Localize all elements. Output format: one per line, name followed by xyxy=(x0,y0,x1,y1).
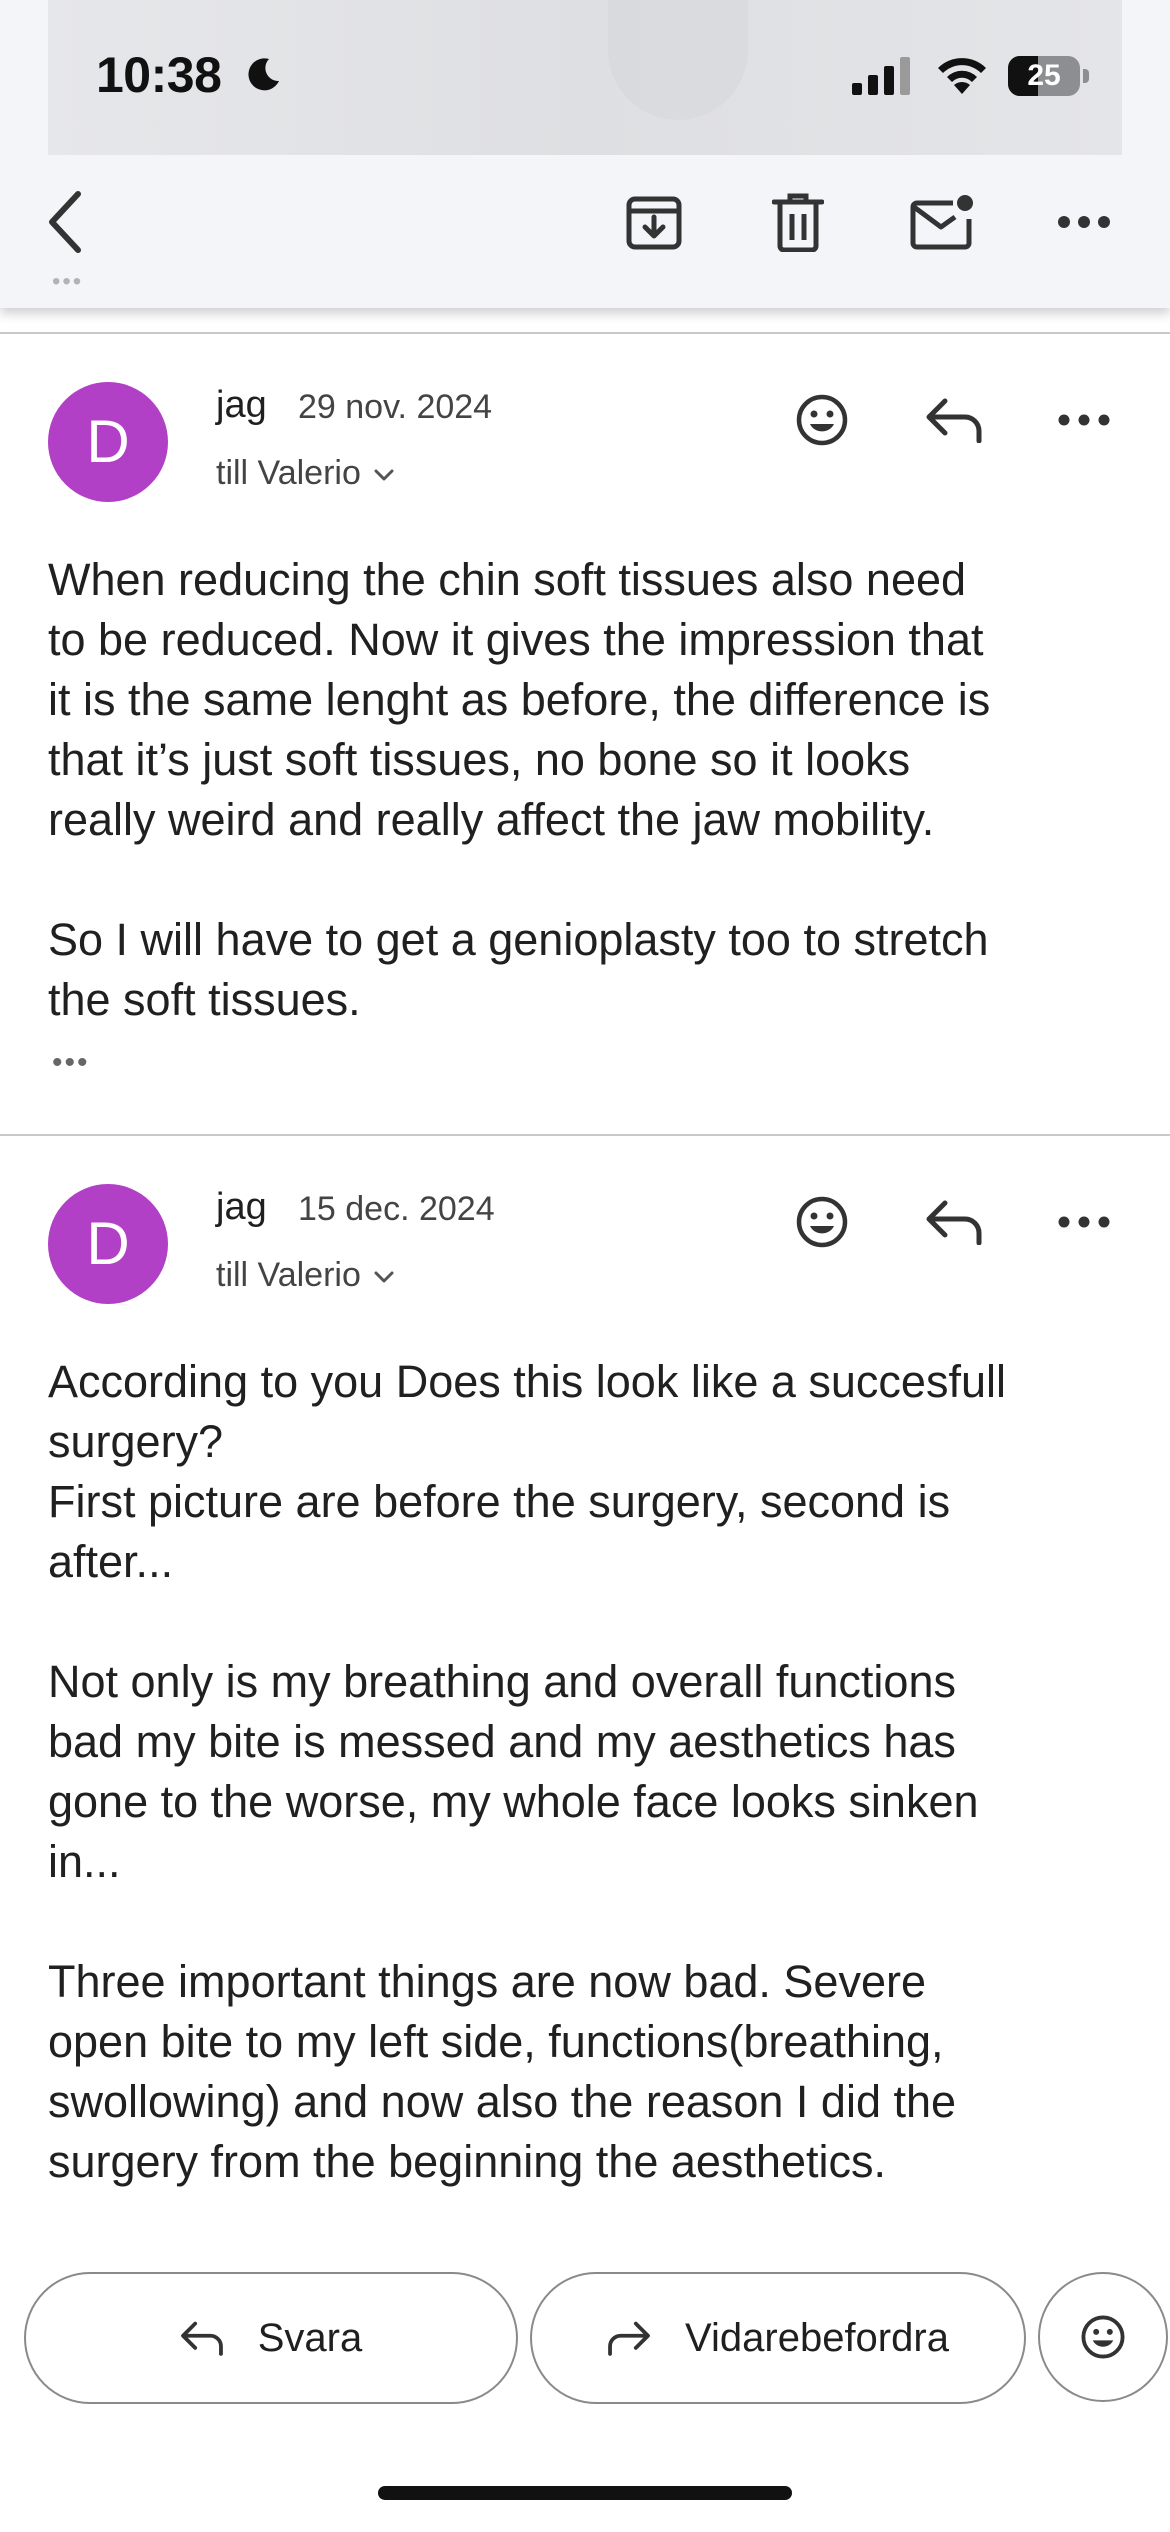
react-button[interactable] xyxy=(786,384,858,456)
avatar[interactable]: D xyxy=(48,1184,168,1304)
wifi-icon xyxy=(938,58,986,94)
recipient-toggle[interactable]: till Valerio xyxy=(216,1256,395,1295)
top-header: 10:38 25 ••• xyxy=(0,0,1170,308)
status-time: 10:38 xyxy=(96,47,222,103)
archive-button[interactable] xyxy=(618,186,690,258)
message-more-button[interactable] xyxy=(1048,1186,1120,1258)
home-indicator[interactable] xyxy=(378,2486,792,2500)
reply-icon xyxy=(180,2321,223,2356)
avatar[interactable]: D xyxy=(48,382,168,502)
more-icon xyxy=(1058,216,1110,228)
message-more-button[interactable] xyxy=(1048,384,1120,456)
recipient-label: till Valerio xyxy=(216,454,361,492)
message-item: D jag 15 dec. 2024 till Valerio Accordin… xyxy=(0,1136,1170,2256)
reply-action-button[interactable]: Svara xyxy=(24,2272,518,2404)
message-date: 29 nov. 2024 xyxy=(298,388,493,426)
moon-icon xyxy=(248,58,279,91)
more-icon xyxy=(1058,1216,1110,1228)
battery-icon: 25 xyxy=(1008,56,1089,96)
back-icon xyxy=(49,191,81,253)
reply-button[interactable] xyxy=(918,1186,990,1258)
message-body-paragraph: Three important things are now bad. Seve… xyxy=(48,1956,957,2187)
reply-icon xyxy=(926,398,982,443)
forward-action-button[interactable]: Vidarebefordra xyxy=(530,2272,1026,2404)
archive-icon xyxy=(626,196,682,250)
message-date: 15 dec. 2024 xyxy=(298,1190,495,1228)
reply-label: Svara xyxy=(257,2315,363,2360)
more-options-button[interactable] xyxy=(1048,186,1120,258)
message-item: D jag 29 nov. 2024 till Valerio When red… xyxy=(0,334,1170,1134)
recipient-toggle[interactable]: till Valerio xyxy=(216,454,395,493)
forward-label: Vidarebefordra xyxy=(685,2315,949,2360)
show-trimmed-content[interactable]: ••• xyxy=(52,1046,90,1080)
emoji-icon xyxy=(796,1196,848,1248)
message-body-paragraph: So I will have to get a genioplasty too … xyxy=(48,914,989,1025)
sender-name: jag xyxy=(216,1186,267,1228)
delete-icon xyxy=(772,193,824,252)
background-image-fragment xyxy=(608,0,748,120)
emoji-icon xyxy=(1081,2315,1125,2359)
chevron-down-icon xyxy=(374,1271,394,1283)
delete-button[interactable] xyxy=(762,186,834,258)
message-body-paragraph: According to you Does this look like a s… xyxy=(48,1356,1006,1587)
signal-icon xyxy=(852,57,910,95)
reply-icon xyxy=(926,1200,982,1245)
more-icon xyxy=(1058,414,1110,426)
mark-unread-icon xyxy=(910,195,973,250)
back-button[interactable] xyxy=(30,186,102,258)
battery-percent: 25 xyxy=(1027,59,1061,92)
collapsed-messages-indicator[interactable]: ••• xyxy=(52,268,83,296)
emoji-icon xyxy=(796,394,848,446)
mark-unread-button[interactable] xyxy=(906,186,978,258)
recipient-label: till Valerio xyxy=(216,1256,361,1294)
forward-icon xyxy=(608,2321,650,2356)
message-body-paragraph: Not only is my breathing and overall fun… xyxy=(48,1656,979,1887)
reply-button[interactable] xyxy=(918,384,990,456)
message-body-paragraph: When reducing the chin soft tissues also… xyxy=(48,554,991,845)
react-action-button[interactable] xyxy=(1038,2272,1168,2402)
react-button[interactable] xyxy=(786,1186,858,1258)
chevron-down-icon xyxy=(374,469,394,481)
sender-name: jag xyxy=(216,384,267,426)
